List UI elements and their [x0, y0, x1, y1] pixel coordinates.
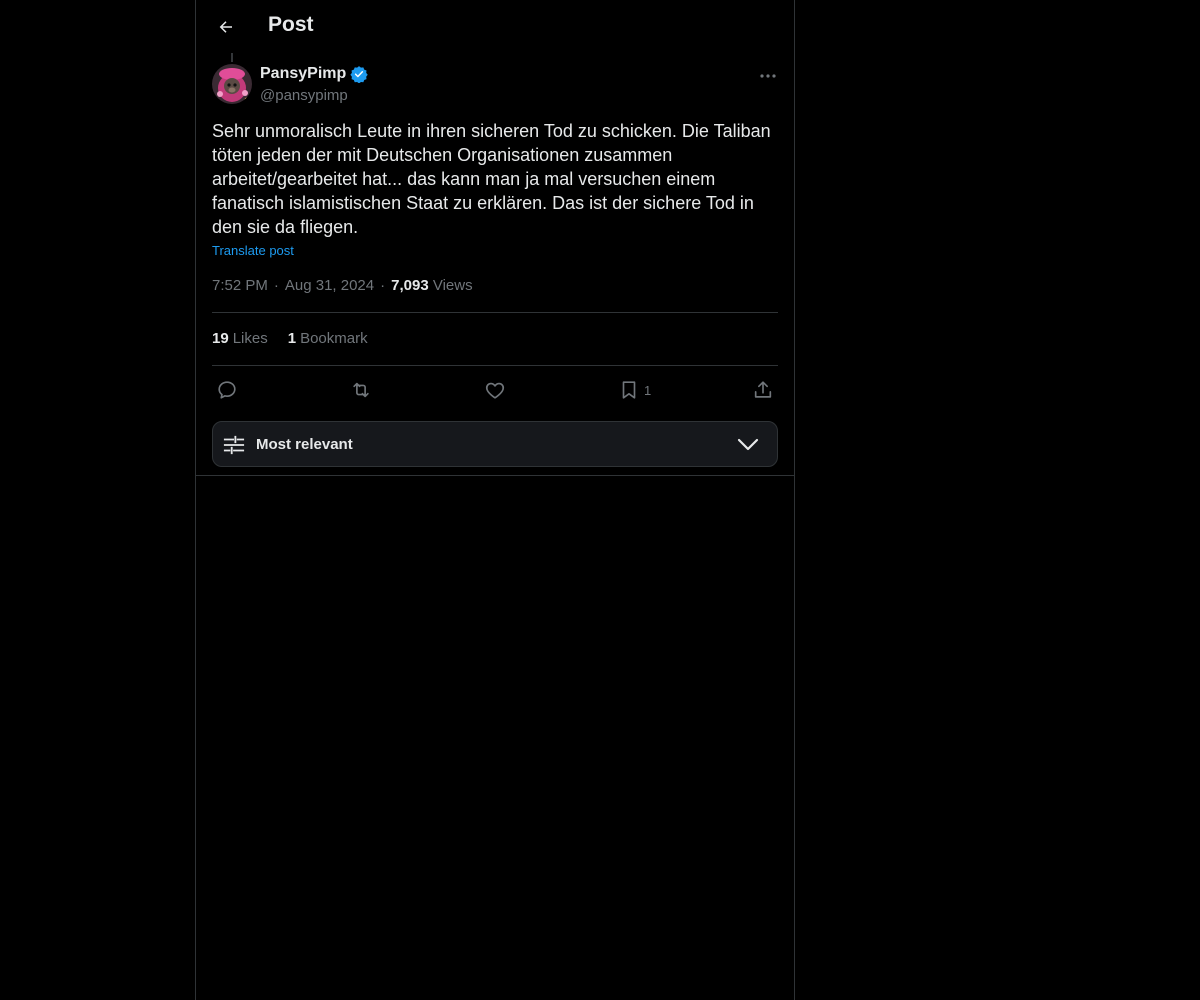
post-column: Post PansyPimp @pansypimp Sehr unmoralis… [195, 0, 795, 1000]
bookmarks-count: 1 [287, 330, 297, 347]
back-arrow-icon [219, 21, 232, 33]
share-button[interactable] [752, 374, 774, 406]
bookmarks-label: Bookmark [300, 330, 368, 347]
avatar-image [212, 64, 252, 104]
page-title: Post [268, 13, 314, 36]
back-button[interactable] [208, 9, 244, 45]
reply-icon [218, 381, 236, 399]
page-header: Post [196, 0, 794, 54]
bookmark-icon [622, 381, 636, 399]
bookmarks-stat[interactable]: 1 Bookmark [288, 330, 368, 347]
likes-label: Likes [232, 330, 268, 347]
author-name[interactable]: PansyPimp [260, 65, 368, 83]
bookmark-count: 1 [644, 382, 652, 398]
bookmark-button[interactable]: 1 [618, 374, 651, 406]
meta-separator: · [273, 277, 279, 294]
likes-count: 19 [212, 330, 229, 347]
divider [212, 312, 778, 313]
share-icon [754, 381, 772, 398]
translate-post-link[interactable]: Translate post [212, 243, 294, 258]
likes-stat[interactable]: 19 Likes [212, 330, 268, 347]
views-count: 7,093 [391, 277, 429, 294]
post-time[interactable]: 7:52 PM [212, 277, 268, 294]
divider [196, 475, 794, 476]
views-label: Views [432, 277, 473, 294]
more-icon [760, 74, 776, 78]
post-text: Sehr unmoralisch Leute in ihren sicheren… [212, 121, 776, 237]
post-date[interactable]: Aug 31, 2024 [285, 277, 374, 294]
like-button[interactable] [484, 374, 506, 406]
sort-label: Most relevant [256, 436, 353, 453]
post-meta: 7:52 PM · Aug 31, 2024 · 7,093 Views [212, 277, 473, 294]
views: 7,093 Views [391, 277, 472, 294]
engagement-stats: 19 Likes 1 Bookmark [212, 330, 368, 347]
sliders-icon [223, 435, 245, 455]
chevron-down-icon [737, 438, 759, 451]
author-name-text: PansyPimp [260, 65, 347, 82]
author-handle[interactable]: @pansypimp [260, 87, 348, 104]
thread-connector [231, 53, 233, 62]
repost-button[interactable] [350, 374, 372, 406]
like-icon [485, 382, 505, 399]
avatar[interactable] [212, 64, 252, 104]
more-options-button[interactable] [754, 62, 782, 90]
divider [212, 365, 778, 366]
sort-replies-dropdown[interactable]: Most relevant [212, 421, 778, 467]
repost-icon [353, 382, 369, 398]
verified-badge-icon [350, 66, 368, 83]
meta-separator: · [380, 277, 386, 294]
reply-button[interactable] [216, 374, 238, 406]
